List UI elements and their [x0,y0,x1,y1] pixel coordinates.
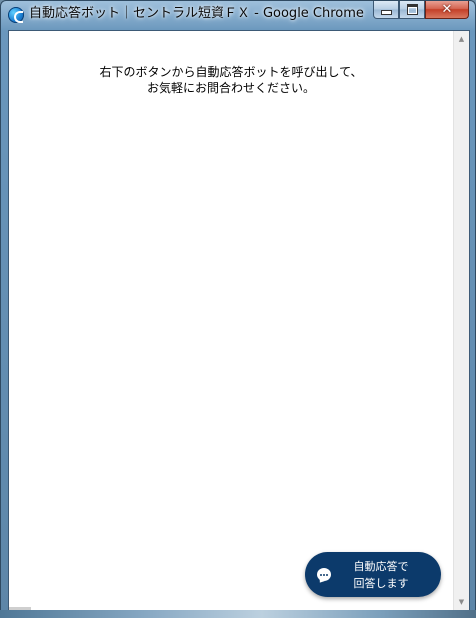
window-title: 自動応答ボット｜セントラル短資ＦＸ - Google Chrome [29,6,364,21]
vertical-scrollbar[interactable]: ▲ ▼ [453,31,469,610]
instruction-line-2: お気軽にお問合わせください。 [146,81,315,95]
chat-bubble-icon [317,568,331,581]
maximize-icon [406,4,418,15]
browser-window: 自動応答ボット｜セントラル短資ＦＸ - Google Chrome ✕ 右下のボ… [0,0,476,618]
title-bar[interactable]: 自動応答ボット｜セントラル短資ＦＸ - Google Chrome ✕ [1,1,475,29]
maximize-button[interactable] [399,1,425,19]
close-button[interactable]: ✕ [425,1,469,19]
minimize-button[interactable] [373,1,399,19]
minimize-icon [380,10,392,15]
scroll-down-arrow-icon[interactable]: ▼ [454,594,469,610]
chatbot-label-line-2: 回答します [353,576,409,590]
chatbot-button-label: 自動応答で 回答します [346,558,416,592]
window-controls: ✕ [373,1,469,21]
chatbot-launch-button[interactable]: 自動応答で 回答します [305,552,441,597]
desktop-background-strip [0,610,476,618]
instruction-message: 右下のボタンから自動応答ボットを呼び出して、 お気軽にお問合わせください。 [9,64,453,96]
chatbot-label-line-1: 自動応答で [353,559,409,573]
chrome-icon [8,7,24,23]
scroll-up-arrow-icon[interactable]: ▲ [454,31,469,47]
close-icon: ✕ [441,2,453,17]
instruction-line-1: 右下のボタンから自動応答ボットを呼び出して、 [99,65,363,79]
page-content: 右下のボタンから自動応答ボットを呼び出して、 お気軽にお問合わせください。 ▲ … [8,30,470,611]
